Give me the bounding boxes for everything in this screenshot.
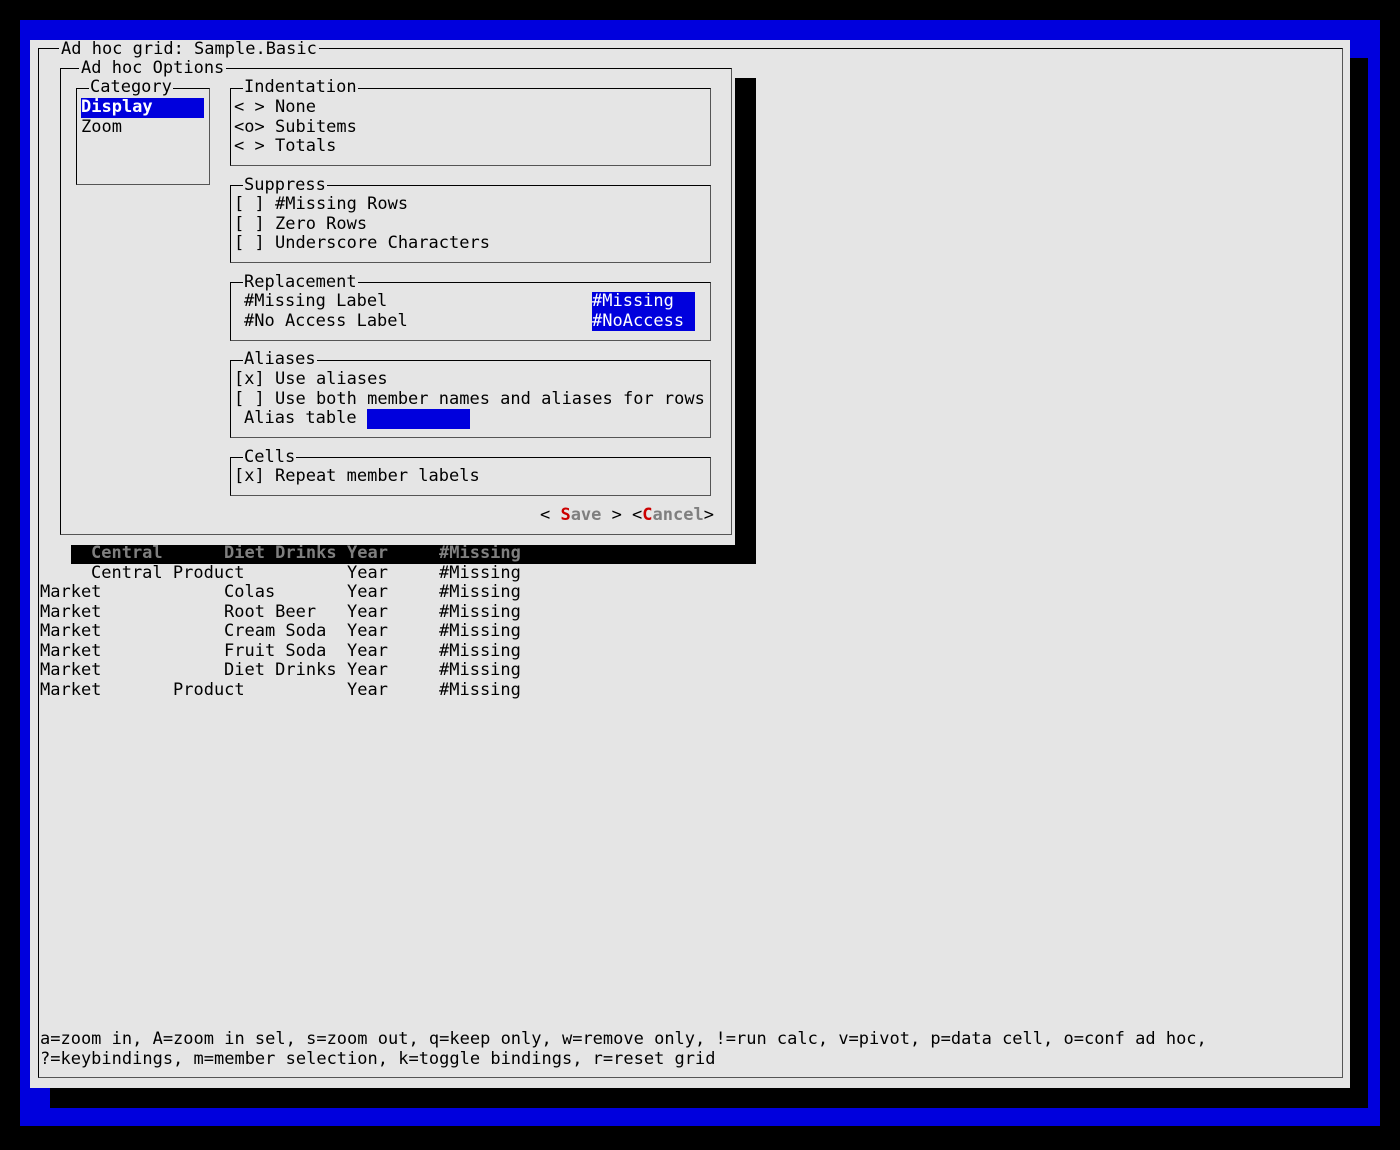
cancel-hotkey: C [642,505,653,525]
grid-cell: Root Beer [224,601,317,622]
adhoc-options-dialog: Ad hoc Options Category Display Zoom Ind… [30,40,740,545]
grid-cell: Year [347,679,388,700]
suppress-zero-rows-checkbox[interactable]: [ ] Zero Rows [234,213,634,235]
checkbox-mark: [x] [234,369,265,389]
save-label: ave [570,505,602,525]
grid-cell: Year [347,543,388,563]
radio-label: Subitems [275,116,357,137]
suppress-underscore-checkbox[interactable]: [ ] Underscore Characters [234,233,634,254]
grid-cell: Fruit Soda [224,640,327,661]
grid-row-1[interactable]: Central Product Year #Missing [30,562,730,584]
cancel-button[interactable]: < Cancel > [632,505,722,526]
radio-mark: < > [234,136,265,156]
indent-option-totals[interactable]: < > Totals [234,136,434,157]
grid-cell: #Missing [439,640,521,661]
grid-row-5[interactable]: Market Fruit Soda Year #Missing [30,640,730,662]
missing-label-text: #Missing Label [244,291,388,311]
button-bracket: < [540,505,561,525]
aliases-label: Aliases [243,349,317,370]
alias-table-input[interactable] [367,409,470,429]
grid-cell: Cream Soda [224,621,327,641]
radio-mark: <o> [234,116,265,137]
save-hotkey: S [560,505,571,525]
grid-cell: Colas [224,582,276,602]
checkbox-label: Repeat member labels [275,466,480,486]
grid-cell: Diet Drinks [224,660,337,680]
repeat-member-labels-checkbox[interactable]: [x] Repeat member labels [234,466,634,487]
cells-label: Cells [243,446,297,467]
indentation-label: Indentation [243,77,358,98]
checkbox-mark: [ ] [234,233,265,253]
grid-cell: #Missing [439,601,521,622]
grid-cell: Market [40,640,102,661]
checkbox-label: Use both member names and aliases for ro… [275,388,705,409]
cancel-label: ancel [652,505,704,525]
grid-cell: Market [40,660,102,680]
grid-cell: Year [347,601,388,622]
button-bracket: > [601,505,622,525]
adhoc-grid-window: Ad hoc grid: Sample.Basic Central Diet D… [30,39,1350,1088]
grid-cell: Year [347,582,388,602]
radio-mark: < > [234,97,265,117]
checkbox-label: #Missing Rows [275,194,409,214]
help-line-2: ?=keybindings, m=member selection, k=tog… [40,1048,716,1069]
suppress-label: Suppress [243,174,327,195]
noaccess-label-text: #No Access Label [244,310,408,331]
grid-cell: Year [347,621,388,641]
checkbox-mark: [ ] [234,213,265,234]
grid-cell: Central [91,543,163,563]
grid-row-6[interactable]: Market Diet Drinks Year #Missing [30,660,730,681]
grid-cell: #Missing [439,582,521,602]
grid-cell: Product [173,679,245,700]
checkbox-label: Underscore Characters [275,233,490,253]
use-aliases-checkbox[interactable]: [x] Use aliases [234,369,704,390]
dialog-title: Ad hoc Options [79,58,227,79]
missing-label-input[interactable]: #Missing [592,291,695,312]
grid-row-2[interactable]: Market Colas Year #Missing [30,582,730,603]
radio-label: Totals [275,136,337,156]
checkbox-label: Use aliases [275,369,388,389]
button-bracket: < [632,505,643,525]
grid-row-7[interactable]: Market Product Year #Missing [30,679,730,701]
help-line-1: a=zoom in, A=zoom in sel, s=zoom out, q=… [40,1029,1207,1049]
grid-cell: Market [40,679,102,700]
grid-row-3[interactable]: Market Root Beer Year #Missing [30,601,730,623]
use-both-names-checkbox[interactable]: [ ] Use both member names and aliases fo… [234,388,709,410]
grid-row-4[interactable]: Market Cream Soda Year #Missing [30,621,730,642]
grid-cell: Market [40,621,102,641]
radio-label: None [275,97,316,117]
checkbox-mark: [ ] [234,194,265,214]
category-item-display[interactable]: Display [81,97,204,118]
checkbox-mark: [ ] [234,388,265,409]
save-button[interactable]: < Save > [540,505,622,526]
grid-cell: Year [347,660,388,680]
grid-cell: Diet Drinks [224,543,337,563]
grid-cell: #Missing [439,562,521,583]
suppress-missing-rows-checkbox[interactable]: [ ] #Missing Rows [234,194,634,215]
category-item-zoom[interactable]: Zoom [81,117,122,138]
noaccess-label-input[interactable]: #NoAccess [592,311,695,331]
button-bracket: > [703,505,714,525]
grid-cell: #Missing [439,621,521,641]
replacement-label: Replacement [243,271,358,292]
checkbox-mark: [x] [234,466,265,486]
indent-option-none[interactable]: < > None [234,97,434,118]
checkbox-label: Zero Rows [275,213,368,234]
grid-cell: Year [347,562,388,583]
grid-cell: #Missing [439,543,521,563]
grid-cell: #Missing [439,660,521,680]
category-label: Category [89,77,173,98]
alias-table-label: Alias table [244,408,357,428]
grid-cell: Central Product [91,562,245,583]
grid-row-0[interactable]: Central Diet Drinks Year #Missing [30,543,730,564]
grid-cell: Market [40,601,102,622]
grid-cell: Year [347,640,388,661]
grid-cell: #Missing [439,679,521,700]
grid-cell: Market [40,582,102,602]
indent-option-subitems[interactable]: <o> Subitems [234,116,434,138]
